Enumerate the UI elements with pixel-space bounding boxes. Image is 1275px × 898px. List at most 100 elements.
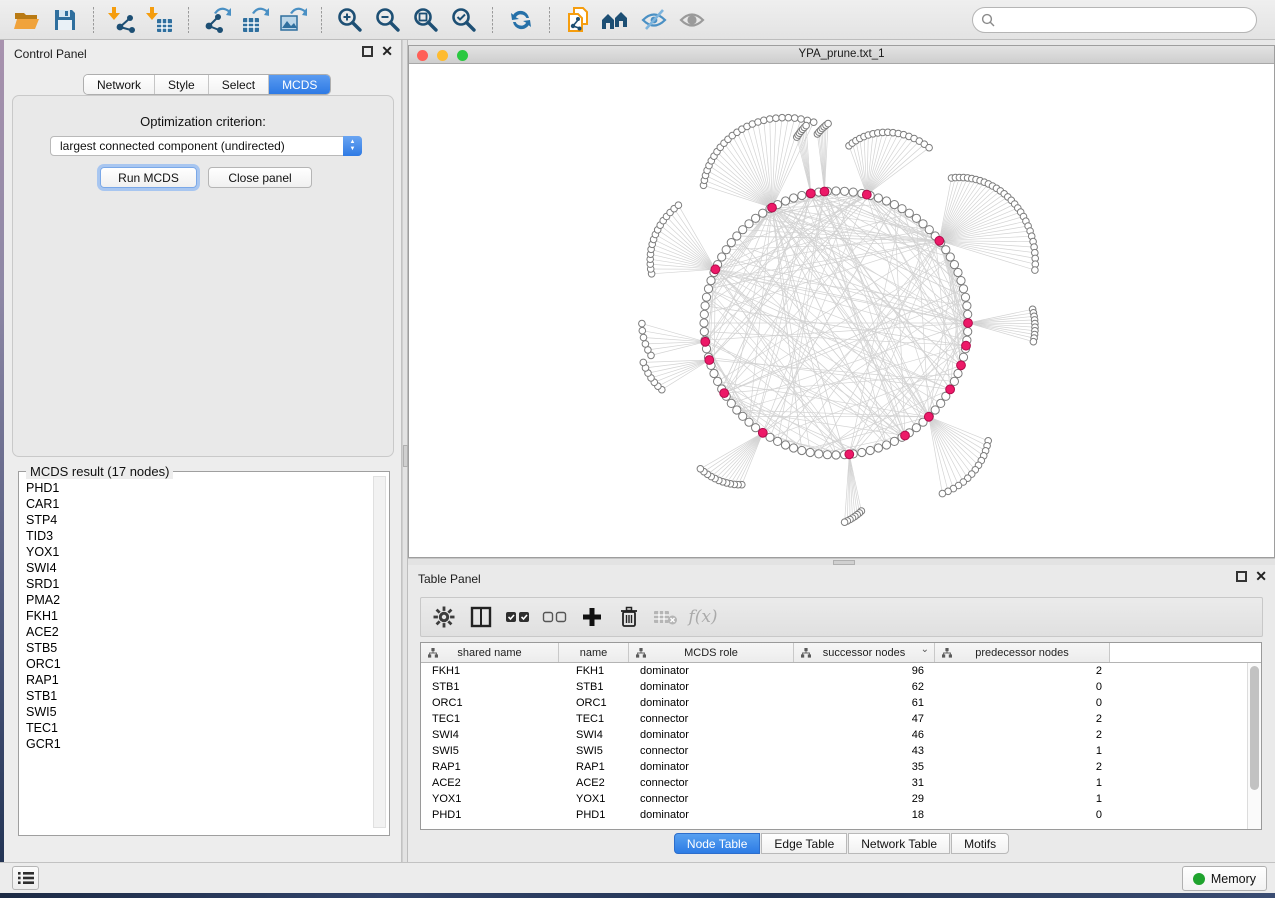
ring-node[interactable] (790, 444, 798, 452)
table-cell[interactable]: 47 (794, 711, 935, 727)
ring-node[interactable] (701, 302, 709, 310)
table-cell[interactable]: 1 (935, 743, 1110, 759)
network-canvas[interactable] (409, 64, 1274, 557)
table-cell[interactable]: dominator (629, 807, 794, 823)
table-settings-button[interactable] (429, 602, 459, 632)
table-cell[interactable]: dominator (629, 727, 794, 743)
table-cell[interactable]: TEC1 (421, 711, 559, 727)
column-header-predecessor-nodes[interactable]: predecessor nodes (935, 643, 1110, 662)
ring-node[interactable] (954, 369, 962, 377)
mcds-node[interactable] (701, 337, 710, 346)
mcds-result-item[interactable]: SWI4 (24, 560, 368, 576)
criterion-dropdown[interactable]: largest connected component (undirected)… (50, 136, 362, 156)
table-cell[interactable]: SWI4 (421, 727, 559, 743)
leaf-node[interactable] (761, 117, 768, 124)
ring-node[interactable] (798, 446, 806, 454)
tab-style[interactable]: Style (155, 75, 209, 94)
table-cell[interactable]: 0 (935, 695, 1110, 711)
ring-node[interactable] (950, 261, 958, 269)
ring-node[interactable] (704, 285, 712, 293)
mcds-result-item[interactable]: FKH1 (24, 608, 368, 624)
mcds-node[interactable] (806, 189, 815, 198)
mcds-node[interactable] (964, 319, 973, 328)
mcds-node[interactable] (820, 187, 829, 196)
open-button[interactable] (10, 4, 44, 36)
ring-node[interactable] (874, 194, 882, 202)
select-all-button[interactable] (503, 602, 533, 632)
ring-node[interactable] (727, 399, 735, 407)
mcds-result-item[interactable]: GCR1 (24, 736, 368, 752)
ring-node[interactable] (898, 205, 906, 213)
table-cell[interactable]: dominator (629, 663, 794, 679)
task-history-button[interactable] (12, 866, 39, 890)
mcds-result-item[interactable]: SRD1 (24, 576, 368, 592)
ring-node[interactable] (790, 194, 798, 202)
ring-node[interactable] (964, 328, 972, 336)
ring-node[interactable] (964, 310, 972, 318)
table-row[interactable]: SWI5SWI5connector431 (421, 743, 1247, 759)
mcds-result-item[interactable]: ACE2 (24, 624, 368, 640)
ring-node[interactable] (905, 209, 913, 217)
table-cell[interactable]: SWI4 (559, 727, 629, 743)
mcds-result-item[interactable]: TEC1 (24, 720, 368, 736)
column-header-successor-nodes[interactable]: successor nodes⌄ (794, 643, 935, 662)
network-window-titlebar[interactable]: YPA_prune.txt_1 (409, 46, 1274, 64)
table-scrollbar[interactable] (1247, 663, 1261, 829)
column-header-shared-name[interactable]: shared name (421, 643, 559, 662)
ring-node[interactable] (912, 424, 920, 432)
hide-selected-button[interactable] (637, 4, 671, 36)
table-cell[interactable]: 2 (935, 727, 1110, 743)
leaf-node[interactable] (640, 359, 647, 366)
table-cell[interactable]: 0 (935, 679, 1110, 695)
float-window-icon[interactable] (362, 46, 373, 57)
ring-node[interactable] (774, 437, 782, 445)
ring-node[interactable] (752, 214, 760, 222)
table-row[interactable]: PHD1PHD1dominator180 (421, 807, 1247, 823)
mcds-node[interactable] (946, 385, 955, 394)
mcds-node[interactable] (957, 361, 966, 370)
leaf-node[interactable] (926, 144, 933, 151)
ring-node[interactable] (942, 246, 950, 254)
ring-node[interactable] (959, 353, 967, 361)
ring-node[interactable] (963, 302, 971, 310)
table-scrollbar-thumb[interactable] (1250, 666, 1259, 790)
tab-motifs[interactable]: Motifs (951, 833, 1009, 854)
ring-node[interactable] (823, 451, 831, 459)
table-cell[interactable]: 2 (935, 663, 1110, 679)
table-cell[interactable]: ORC1 (421, 695, 559, 711)
ring-node[interactable] (832, 187, 840, 195)
add-column-button[interactable] (577, 602, 607, 632)
mcds-result-item[interactable]: ORC1 (24, 656, 368, 672)
mcds-node[interactable] (935, 236, 944, 245)
ring-node[interactable] (961, 293, 969, 301)
save-button[interactable] (48, 4, 82, 36)
leaf-node[interactable] (939, 490, 946, 497)
leaf-node[interactable] (785, 114, 792, 121)
export-image-button[interactable] (276, 4, 310, 36)
table-cell[interactable]: 31 (794, 775, 935, 791)
leaf-node[interactable] (639, 320, 646, 327)
new-network-from-selection-button[interactable] (561, 4, 595, 36)
ring-node[interactable] (950, 377, 958, 385)
table-cell[interactable]: STB1 (421, 679, 559, 695)
ring-node[interactable] (700, 328, 708, 336)
ring-node[interactable] (882, 197, 890, 205)
ring-node[interactable] (700, 310, 708, 318)
table-cell[interactable]: 0 (935, 807, 1110, 823)
ring-node[interactable] (815, 450, 823, 458)
mcds-result-item[interactable]: CAR1 (24, 496, 368, 512)
table-cell[interactable]: RAP1 (559, 759, 629, 775)
ring-node[interactable] (890, 437, 898, 445)
zoom-in-button[interactable] (333, 4, 367, 36)
first-neighbors-button[interactable] (599, 4, 633, 36)
mcds-result-item[interactable]: YOX1 (24, 544, 368, 560)
ring-node[interactable] (959, 285, 967, 293)
leaf-node[interactable] (767, 116, 774, 123)
ring-node[interactable] (718, 253, 726, 261)
table-cell[interactable]: FKH1 (421, 663, 559, 679)
ring-node[interactable] (841, 187, 849, 195)
horizontal-splitter[interactable] (408, 558, 1275, 565)
mcds-result-item[interactable]: STB5 (24, 640, 368, 656)
close-panel-icon[interactable]: ✕ (1255, 571, 1267, 582)
table-cell[interactable]: 1 (935, 791, 1110, 807)
